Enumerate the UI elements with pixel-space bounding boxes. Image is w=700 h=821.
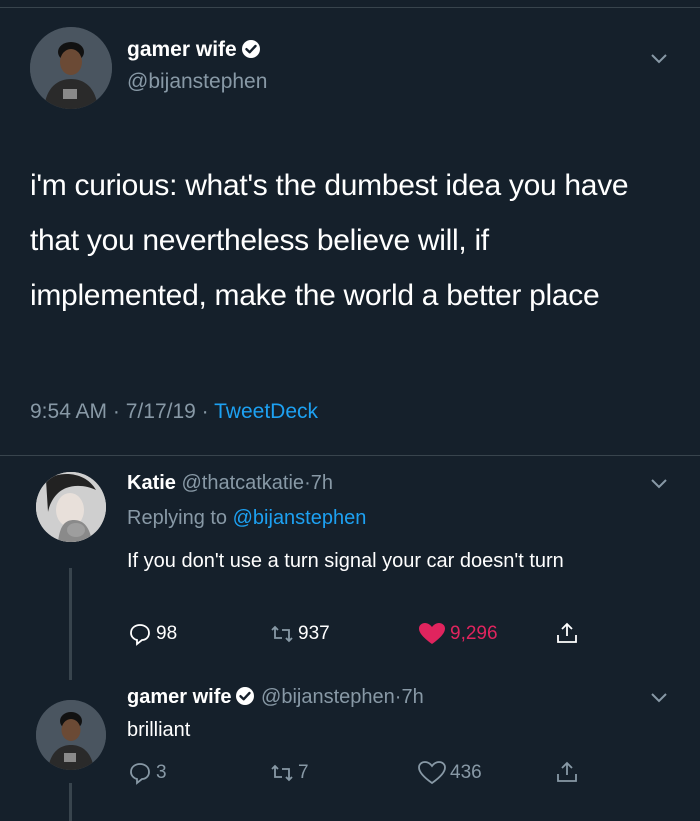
share-icon: [555, 621, 579, 645]
heart-icon: [418, 761, 446, 785]
retweet-button[interactable]: 937: [270, 622, 330, 646]
reply-age: 7h: [310, 472, 333, 494]
thread-line: [69, 568, 72, 680]
replying-to-label: Replying to: [127, 507, 228, 529]
handle[interactable]: @bijanstephen: [127, 70, 267, 94]
retweet-count: 7: [298, 762, 309, 783]
replying-to-link[interactable]: @bijanstephen: [233, 507, 367, 529]
handle[interactable]: @thatcatkatie: [181, 472, 304, 494]
reply-header: Katie @thatcatkatie·7h: [127, 472, 333, 495]
display-name[interactable]: Katie: [127, 472, 176, 494]
retweet-count: 937: [298, 623, 330, 644]
reply-button[interactable]: 3: [128, 761, 167, 785]
reply-count: 3: [156, 762, 167, 783]
handle[interactable]: @bijanstephen: [261, 686, 395, 708]
chevron-down-icon[interactable]: [650, 53, 668, 65]
top-divider: [0, 7, 700, 8]
reply-age: 7h: [401, 686, 424, 708]
share-button[interactable]: [555, 621, 583, 645]
display-name[interactable]: gamer wife: [127, 38, 261, 62]
reply-icon: [128, 622, 152, 646]
reply-icon: [128, 761, 152, 785]
display-name-text: gamer wife: [127, 38, 237, 61]
retweet-button[interactable]: 7: [270, 761, 309, 785]
meta-separator: ·: [304, 472, 311, 494]
like-button[interactable]: 9,296: [418, 622, 498, 646]
avatar[interactable]: [30, 27, 112, 109]
verified-badge-icon: [241, 39, 261, 59]
display-name[interactable]: gamer wife: [127, 686, 231, 708]
reply-text: If you don't use a turn signal your car …: [127, 550, 564, 572]
reply-count: 98: [156, 623, 178, 644]
like-button[interactable]: 436: [418, 761, 482, 785]
reply-button[interactable]: 98: [128, 622, 177, 646]
share-button[interactable]: [555, 760, 583, 784]
reply-header: gamer wife @bijanstephen·7h: [127, 686, 424, 709]
avatar[interactable]: [36, 472, 106, 542]
tweet-date: 7/17/19: [125, 400, 196, 423]
chevron-down-icon[interactable]: [650, 478, 668, 490]
avatar[interactable]: [36, 700, 106, 770]
tweet-meta: 9:54 AM · 7/17/19 · TweetDeck: [30, 400, 318, 424]
like-count: 436: [450, 762, 482, 783]
retweet-icon: [270, 622, 294, 646]
verified-badge-icon: [235, 686, 255, 706]
heart-icon: [418, 622, 446, 646]
replying-to: Replying to @bijanstephen: [127, 507, 366, 530]
reply-text: brilliant: [127, 719, 191, 741]
retweet-icon: [270, 761, 294, 785]
tweet-divider: [0, 455, 700, 456]
thread-line: [69, 783, 72, 821]
like-count: 9,296: [450, 623, 498, 644]
chevron-down-icon[interactable]: [650, 692, 668, 704]
meta-separator: ·: [201, 400, 209, 423]
meta-separator: ·: [112, 400, 120, 423]
tweet-time: 9:54 AM: [30, 400, 108, 423]
share-icon: [555, 760, 579, 784]
tweet-text: i'm curious: what's the dumbest idea you…: [30, 169, 629, 312]
tweet-source-link[interactable]: TweetDeck: [214, 400, 318, 423]
